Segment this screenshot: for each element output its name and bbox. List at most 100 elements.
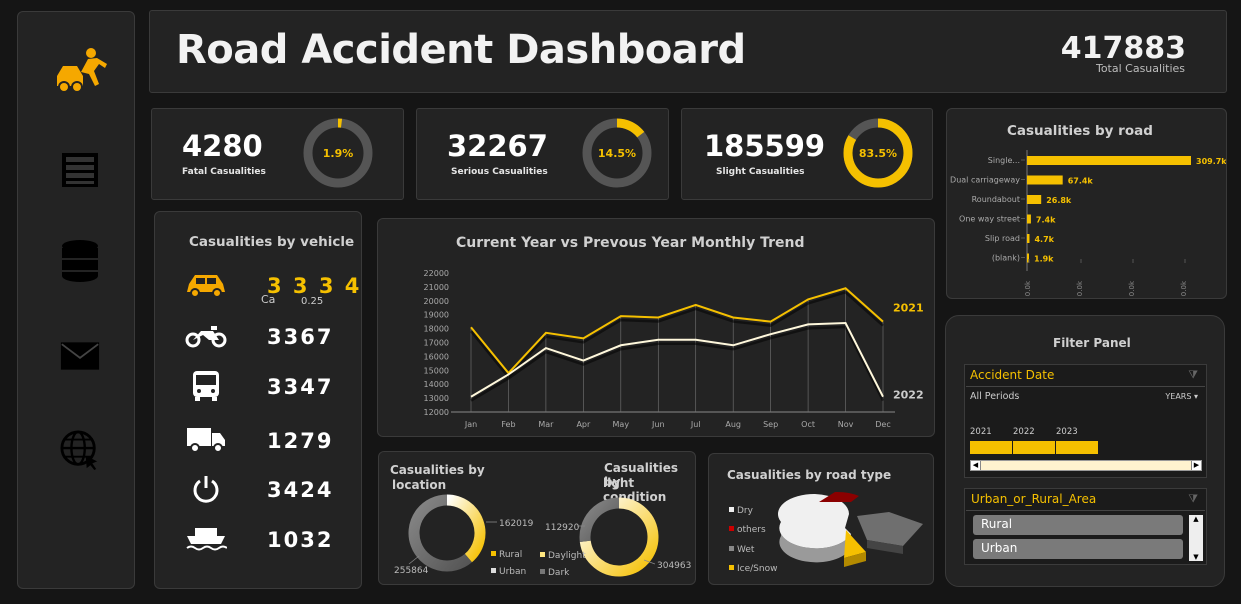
kpi-slight: 185599 Slight Casualities 83.5% (681, 108, 933, 200)
scroll-left-button[interactable]: ◀ (971, 461, 981, 470)
series-label-2021: 2021 (893, 302, 924, 315)
bar (1027, 234, 1030, 243)
x-tick-label: Apr (576, 420, 591, 429)
bar-category-label: One way street (959, 215, 1020, 224)
trend-chart: 12000 13000 14000 15000 16000 17000 18000 19000… (424, 269, 924, 429)
vehicle-value: 3347 (267, 375, 334, 399)
urban-legend: Urban (499, 567, 526, 577)
sidebar (17, 11, 135, 589)
y-tick-label: 19000 (424, 311, 449, 320)
vehicle-row: 3 3 3 4 Ca 0.25 (155, 266, 363, 307)
bar-category-label: Single... (988, 156, 1020, 165)
y-tick-label: 20000 (424, 297, 449, 306)
web-icon[interactable] (60, 430, 100, 470)
kpi-value: 4280 (182, 129, 263, 163)
y-tick-label: 22000 (424, 269, 449, 278)
slicer-item-urban[interactable]: Urban (973, 539, 1183, 559)
rural-value-label: 162019 (499, 519, 534, 529)
daylight-legend: Daylight (548, 551, 586, 561)
x-tick-label: 0.0k (1076, 280, 1084, 296)
vehicle-row: 3347 (155, 367, 363, 407)
vehicle-row: 1032 (155, 520, 363, 560)
kpi-label: Serious Casualities (451, 167, 548, 177)
header-panel: Road Accident Dashboard 417883 Total Cas… (149, 10, 1227, 93)
legend-swatch-ice (729, 565, 734, 570)
legend-ice: Ice/Snow (737, 564, 777, 574)
kpi-value: 185599 (704, 129, 826, 163)
mail-icon[interactable] (60, 336, 100, 376)
area-slicer[interactable]: Urban_or_Rural_Area ⧩ Rural Urban ▲ ▼ (964, 488, 1207, 565)
urban-legend-swatch (491, 568, 496, 573)
kpi-serious: 32267 Serious Casualities 14.5% (416, 108, 669, 200)
slicer-item-rural[interactable]: Rural (973, 515, 1183, 535)
kpi-pct: 14.5% (598, 147, 636, 160)
clear-filter-icon[interactable]: ⧩ (1188, 492, 1198, 506)
x-tick-label: Aug (725, 420, 741, 429)
y-tick-label: 15000 (424, 366, 449, 375)
vehicle-row: 1279 (155, 421, 363, 461)
clear-filter-icon[interactable]: ⧩ (1188, 368, 1198, 382)
x-tick-label: Jan (464, 420, 477, 429)
vehicle-value: 3424 (267, 478, 334, 502)
date-slicer-title: Accident Date (970, 368, 1055, 382)
kpi-label: Fatal Casualities (182, 167, 266, 177)
year-label-2023: 2023 (1056, 427, 1078, 437)
car-crash-icon[interactable] (55, 46, 107, 96)
year-label-2021: 2021 (970, 427, 992, 437)
x-tick-label: 0.0k (1180, 280, 1188, 296)
filter-title: Filter Panel (1053, 336, 1131, 350)
page-title: Road Accident Dashboard (176, 27, 746, 73)
truck-icon (183, 425, 229, 455)
road-chart: Single... 309.7k Dual carriageway 67.4k Roun… (950, 150, 1226, 296)
scroll-up-button[interactable]: ▲ (1189, 515, 1203, 523)
y-tick-label: 18000 (424, 325, 449, 334)
year-bar-2021[interactable] (970, 441, 1012, 454)
power-icon (183, 474, 229, 504)
vehicle-value: 3367 (267, 325, 334, 349)
y-tick-label: 14000 (424, 380, 449, 389)
x-tick-label: Oct (801, 420, 815, 429)
rural-legend: Rural (499, 550, 522, 560)
x-tick-label: Jul (690, 420, 701, 429)
timeline-scrollbar[interactable]: ◀ ▶ (970, 460, 1202, 471)
pie-slice-wet (857, 512, 923, 546)
daylight-legend-swatch (540, 552, 545, 557)
rural-legend-swatch (491, 551, 496, 556)
kpi-pct: 83.5% (859, 147, 897, 160)
dark-legend: Dark (548, 568, 570, 578)
bar-category-label: Slip road (985, 234, 1020, 243)
scroll-down-button[interactable]: ▼ (1189, 553, 1203, 561)
bus-icon (183, 371, 229, 401)
kpi-fatal: 4280 Fatal Casualities 1.9% (151, 108, 404, 200)
slicer-scrollbar[interactable]: ▲ ▼ (1189, 515, 1203, 561)
kpi-donut: 83.5% (843, 118, 913, 188)
period-label: All Periods (970, 391, 1020, 402)
donut-slice-Urban (408, 494, 472, 572)
vehicle-title: Casualities by vehicle (189, 234, 355, 250)
x-tick-label: Dec (875, 420, 890, 429)
dashboard-icon[interactable] (60, 150, 100, 190)
period-unit-dropdown[interactable]: YEARS ▾ (1165, 392, 1198, 401)
x-tick-label: Mar (538, 420, 554, 429)
x-tick-label: Feb (501, 420, 515, 429)
vehicle-sub2: 0.25 (301, 296, 324, 307)
bar-value-label: 1.9k (1034, 255, 1054, 264)
bar-category-label: Dual carriageway (950, 176, 1020, 185)
legend-others: others (737, 525, 766, 535)
total-casualties-label: Total Casualities (1095, 62, 1185, 75)
donut-slice-Dark (579, 497, 620, 543)
year-bar-2022[interactable] (1013, 441, 1055, 454)
scroll-right-button[interactable]: ▶ (1191, 461, 1201, 470)
database-icon[interactable] (60, 240, 100, 282)
bar-category-label: (blank) (992, 254, 1020, 263)
series-shadow (470, 290, 884, 379)
road-card: Casualities by road Single... 309.7k Dual … (946, 108, 1227, 299)
bar (1027, 175, 1063, 185)
kpi-donut: 1.9% (303, 118, 373, 188)
motorbike-icon (183, 321, 229, 351)
year-bar-2023[interactable] (1056, 441, 1098, 454)
date-slicer[interactable]: Accident Date ⧩ All Periods YEARS ▾ 2021… (964, 364, 1207, 478)
bar-category-label: Roundabout (972, 195, 1020, 204)
boat-icon (183, 524, 229, 554)
bar-value-label: 309.7k (1196, 157, 1226, 166)
